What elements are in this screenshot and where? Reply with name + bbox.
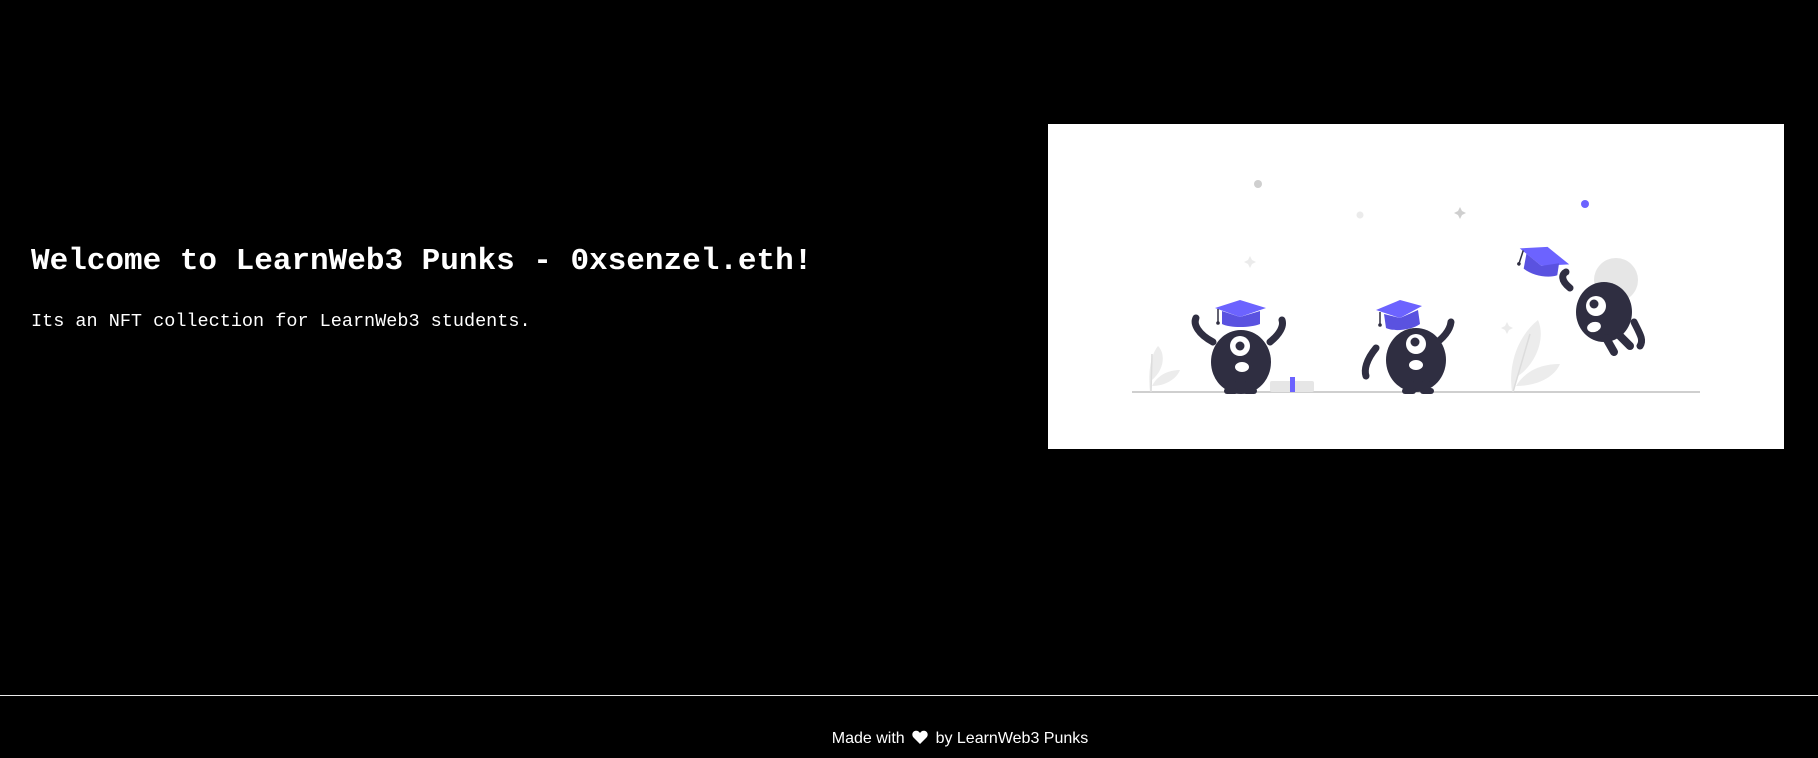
dot-decoration bbox=[1254, 180, 1262, 188]
figure-middle bbox=[1361, 300, 1455, 394]
dot-decoration bbox=[1356, 211, 1364, 219]
figure-left bbox=[1191, 300, 1286, 394]
footer: Made with by LearnWeb3 Punks bbox=[0, 695, 1818, 758]
star-decoration bbox=[1244, 256, 1256, 268]
diploma bbox=[1270, 377, 1314, 392]
page-description: Its an NFT collection for LearnWeb3 stud… bbox=[31, 311, 531, 332]
heart-icon bbox=[912, 730, 928, 744]
footer-prefix: Made with bbox=[831, 730, 905, 747]
dot-decoration bbox=[1581, 200, 1589, 208]
star-decoration bbox=[1454, 207, 1466, 219]
footer-suffix: by LearnWeb3 Punks bbox=[935, 730, 1089, 747]
star-decoration bbox=[1501, 322, 1513, 334]
footer-credit: Made with by LearnWeb3 Punks bbox=[0, 729, 1818, 749]
page: Welcome to LearnWeb3 Punks - 0xsenzel.et… bbox=[0, 0, 1818, 758]
plant-left bbox=[1149, 346, 1180, 393]
graduation-illustration bbox=[1048, 124, 1784, 449]
plant-right bbox=[1511, 320, 1560, 393]
main-section: Welcome to LearnWeb3 Punks - 0xsenzel.et… bbox=[0, 0, 1818, 695]
page-title: Welcome to LearnWeb3 Punks - 0xsenzel.et… bbox=[31, 244, 813, 279]
